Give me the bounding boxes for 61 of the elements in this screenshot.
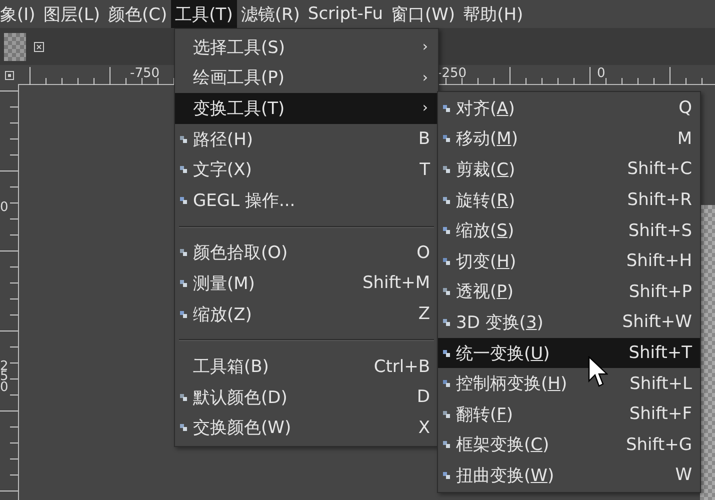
menu-item[interactable]: 切变(H) Shift+H — [438, 246, 700, 277]
menu-item[interactable]: 测量(M) Shift+M — [175, 268, 438, 299]
menu-title[interactable]: 帮助(H) — [459, 0, 528, 28]
menu-item[interactable]: 统一变换(U) Shift+T — [438, 338, 700, 368]
tool-icon — [442, 379, 451, 388]
ruler-label: -250 — [437, 66, 467, 81]
menu-title[interactable]: 工具(T) — [171, 0, 237, 28]
menu-item[interactable]: GEGL 操作... — [175, 184, 438, 216]
tool-icon — [179, 248, 188, 258]
tool-icon — [442, 104, 451, 113]
menu-item[interactable]: 3D 变换(3) Shift+W — [438, 307, 700, 338]
menu-title[interactable]: 滤镜(R) — [236, 0, 304, 28]
menu-item[interactable]: 剪裁(C) Shift+C — [438, 154, 700, 185]
tool-icon — [442, 134, 451, 144]
menu-item[interactable]: 缩放(Z) Z — [175, 298, 438, 330]
menu-item[interactable]: 默认颜色(D) D — [175, 382, 438, 413]
menu-title[interactable]: 象(I) — [0, 0, 40, 28]
tool-icon — [442, 196, 451, 205]
tool-icon — [179, 165, 188, 174]
menu-item[interactable]: 扭曲变换(W) W — [438, 460, 700, 491]
menu-title[interactable]: 图层(L) — [39, 0, 104, 28]
tool-icon — [442, 164, 451, 174]
menu-title[interactable]: 颜色(C) — [104, 0, 172, 28]
mouse-cursor-icon — [588, 356, 608, 388]
menu-item[interactable]: 对齐(A) Q — [438, 93, 700, 124]
tool-icon — [179, 134, 188, 144]
tool-icon — [179, 278, 188, 288]
navigate-icon[interactable] — [4, 70, 14, 80]
menu-item[interactable]: 翻转(F) Shift+F — [438, 398, 700, 430]
tool-icon — [442, 318, 451, 327]
menu-item[interactable]: 文字(X) T — [175, 154, 438, 185]
tool-icon — [442, 410, 451, 419]
tool-icon — [179, 310, 188, 319]
tool-icon — [442, 256, 451, 266]
menu-item[interactable]: 旋转(R) Shift+R — [438, 184, 700, 216]
menu-item[interactable]: 交换颜色(W) X — [175, 412, 438, 444]
menu-item[interactable]: 控制柄变换(H) Shift+L — [438, 368, 700, 399]
tool-icon — [179, 423, 188, 432]
menu-item[interactable]: 路径(H) B — [175, 124, 438, 154]
ruler-label: -750 — [130, 66, 160, 81]
ruler-label: 0 — [597, 66, 606, 81]
menu-item[interactable]: 变换工具(T) › — [175, 93, 438, 124]
tool-icon — [442, 470, 451, 480]
tool-icon — [442, 287, 451, 296]
menu-title[interactable]: Script-Fu — [304, 0, 387, 28]
menu-item[interactable]: 框架变换(C) Shift+G — [438, 430, 700, 460]
tool-icon — [442, 440, 451, 450]
ruler-label: 0 — [0, 203, 10, 214]
menu-title[interactable]: 窗口(W) — [386, 0, 460, 28]
tool-icon — [179, 392, 188, 402]
tool-icon — [442, 226, 451, 236]
close-icon[interactable] — [34, 42, 44, 52]
menu-item[interactable]: 绘画工具(P) › — [175, 62, 438, 94]
ruler-label: 250 — [0, 362, 10, 394]
menu-item[interactable]: 透视(P) Shift+P — [438, 276, 700, 308]
tool-icon — [179, 196, 188, 205]
menu-item[interactable]: 移动(M) M — [438, 124, 700, 154]
menu-item[interactable]: 工具箱(B) Ctrl+B — [175, 351, 438, 382]
menu-item[interactable]: 颜色拾取(O) O — [175, 238, 438, 268]
menu-item[interactable]: 缩放(S) Shift+S — [438, 215, 700, 246]
tool-icon — [442, 348, 451, 358]
